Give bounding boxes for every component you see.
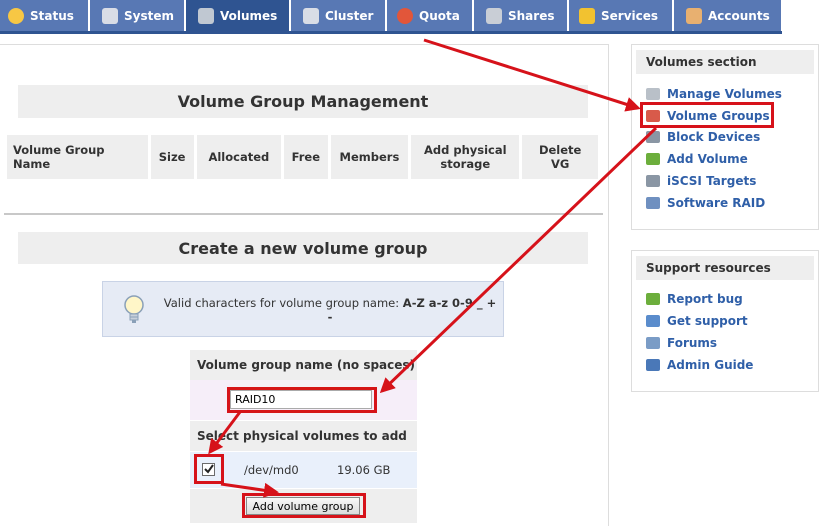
col-members: Members (330, 135, 409, 179)
create-title: Create a new volume group (18, 232, 588, 264)
support-box: Support resources Report bug Get support… (631, 250, 819, 392)
add-volume-icon (646, 153, 660, 165)
col-vg-name: Volume Group Name (7, 135, 148, 179)
pv-device: /dev/md0 (244, 463, 299, 477)
sidebar-item-label: Add Volume (667, 152, 748, 166)
tab-accounts[interactable]: Accounts (674, 0, 782, 31)
raid-icon (646, 197, 660, 209)
sidebar-item-admin-guide[interactable]: Admin Guide (646, 357, 753, 373)
name-label-row: Volume group name (no spaces) (190, 350, 417, 380)
volumes-section-title: Volumes section (636, 50, 814, 74)
user-icon (686, 7, 702, 24)
pv-size: 19.06 GB (337, 463, 391, 477)
info-text-label: Valid characters for volume group name: (163, 296, 400, 310)
disk-icon (646, 88, 660, 100)
tab-services[interactable]: Services (569, 0, 673, 31)
pv-label-row: Select physical volumes to add (190, 421, 417, 451)
tab-quota[interactable]: Quota (387, 0, 473, 31)
guide-icon (646, 359, 660, 371)
sidebar-item-add-volume[interactable]: Add Volume (646, 151, 748, 167)
server-icon (486, 7, 502, 24)
tab-system[interactable]: System (90, 0, 185, 31)
lightbulb-icon (124, 295, 144, 323)
iscsi-icon (646, 175, 660, 187)
name-label: Volume group name (no spaces) (197, 358, 416, 372)
sidebar-item-label: Manage Volumes (667, 87, 782, 101)
page: Status System Volumes Cluster Quota Shar… (0, 0, 819, 526)
support-title-text: Support resources (646, 261, 771, 275)
highlight-checkbox (194, 454, 224, 484)
support-icon (646, 315, 660, 327)
tab-label: Quota (419, 8, 460, 23)
sidebar-item-label: Admin Guide (667, 358, 754, 372)
volumes-section-box: Volumes section Manage Volumes Volume Gr… (631, 44, 819, 230)
sidebar-item-label: Block Devices (667, 130, 761, 144)
col-allocated: Allocated (196, 135, 282, 179)
sidebar-item-block-devices[interactable]: Block Devices (646, 129, 760, 145)
tab-label: Status (30, 8, 74, 23)
lightning-icon (579, 7, 595, 24)
col-add-storage: Add physical storage (411, 135, 520, 179)
sidebar-item-iscsi-targets[interactable]: iSCSI Targets (646, 173, 756, 189)
tab-status[interactable]: Status (0, 0, 89, 31)
tab-label: Shares (508, 8, 555, 23)
pv-row: /dev/md0 19.06 GB (190, 452, 417, 488)
col-size: Size (150, 135, 194, 179)
volumes-section-title-text: Volumes section (646, 55, 757, 69)
col-free: Free (284, 135, 328, 179)
monitor-icon (102, 7, 118, 24)
sidebar-item-report-bug[interactable]: Report bug (646, 291, 743, 307)
tab-volumes[interactable]: Volumes (186, 0, 290, 31)
volume-group-table: Volume Group Name Size Allocated Free Me… (4, 135, 601, 179)
tab-label: System (124, 8, 174, 23)
support-title: Support resources (636, 256, 814, 280)
main-panel: Volume Group Management Volume Group Nam… (0, 44, 609, 526)
create-title-text: Create a new volume group (178, 238, 428, 258)
tab-cluster[interactable]: Cluster (291, 0, 386, 31)
sidebar-item-label: Forums (667, 336, 718, 350)
sidebar-item-label: iSCSI Targets (667, 174, 757, 188)
pv-label: Select physical volumes to add (197, 429, 407, 443)
tab-label: Cluster (325, 8, 374, 23)
top-nav: Status System Volumes Cluster Quota Shar… (0, 0, 819, 34)
tab-label: Accounts (708, 8, 770, 23)
section-divider (4, 213, 603, 215)
cluster-icon (303, 7, 319, 24)
sidebar-item-label: Get support (667, 314, 748, 328)
info-text: Valid characters for volume group name: … (161, 296, 499, 324)
sidebar-item-manage-volumes[interactable]: Manage Volumes (646, 86, 782, 102)
bug-icon (646, 293, 660, 305)
forums-icon (646, 337, 660, 349)
disk-icon (198, 7, 214, 24)
sidebar-item-software-raid[interactable]: Software RAID (646, 195, 765, 211)
tab-label: Services (601, 8, 659, 23)
page-title-text: Volume Group Management (177, 92, 429, 111)
block-devices-icon (646, 131, 660, 143)
pie-chart-icon (397, 7, 413, 24)
highlight-name-input (227, 387, 377, 413)
tab-shares[interactable]: Shares (474, 0, 568, 31)
sun-icon (8, 7, 24, 24)
info-box: Valid characters for volume group name: … (102, 281, 504, 337)
sidebar-item-label: Software RAID (667, 196, 766, 210)
col-delete-vg: Delete VG (522, 135, 598, 179)
sidebar-item-get-support[interactable]: Get support (646, 313, 748, 329)
sidebar-item-forums[interactable]: Forums (646, 335, 717, 351)
page-title: Volume Group Management (18, 85, 588, 118)
nav-underline (0, 31, 782, 34)
highlight-submit-button (242, 493, 366, 518)
sidebar-item-label: Report bug (667, 292, 743, 306)
tab-label: Volumes (220, 8, 278, 23)
highlight-volume-groups (640, 102, 774, 128)
